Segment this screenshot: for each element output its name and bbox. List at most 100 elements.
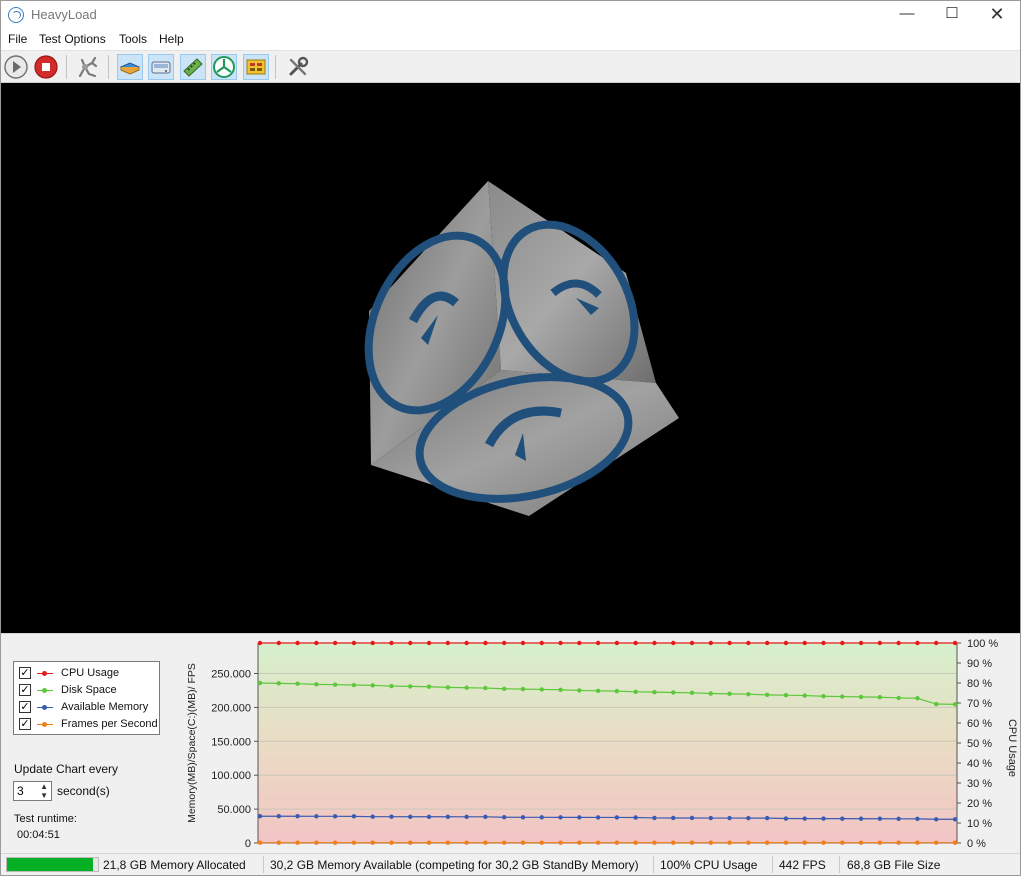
memory-progress-bar [6,857,99,872]
data-point-available-memory [840,816,845,821]
legend-item[interactable]: ✓ CPU Usage [19,665,159,682]
options-icon [289,56,309,76]
data-point-available-memory [896,816,901,821]
title-bar[interactable]: HeavyLoad — ☐ ✕ [1,1,1020,29]
data-point-cpu-usage [802,640,807,646]
data-point-disk-space [445,685,451,690]
legend-item[interactable]: ✓ Frames per Second [19,716,159,733]
status-fps: 442 FPS [779,858,826,872]
data-point-disk-space [558,687,563,692]
data-point-cpu-usage [295,640,300,646]
data-point-disk-space [539,687,544,692]
data-point-frames-per-second [389,840,394,845]
heavyload-app-icon [8,7,24,23]
legend-label: CPU Usage [61,667,120,679]
data-point-cpu-usage [370,640,375,646]
data-point-available-memory [501,815,507,820]
chart-right-tick-label: 10 % [967,818,992,830]
chart-right-axis-title: CPU Usage [1006,719,1018,777]
data-point-disk-space [633,689,638,695]
data-point-available-memory [727,815,732,821]
data-point-available-memory [539,815,544,820]
data-point-disk-space [595,688,601,693]
legend-checkbox[interactable]: ✓ [19,667,31,679]
toolbar-separator [275,55,276,79]
minimize-button[interactable]: — [884,1,930,29]
data-point-cpu-usage [633,640,638,646]
data-point-disk-space [295,681,300,686]
legend-checkbox[interactable]: ✓ [19,684,31,696]
data-point-available-memory [671,815,676,821]
data-point-frames-per-second [915,840,920,845]
cleanup-icon [78,56,98,78]
data-point-cpu-usage [426,640,432,646]
memory-progress-fill [7,858,94,871]
data-point-disk-space [483,685,488,691]
data-point-disk-space [276,681,281,686]
data-point-cpu-usage [671,640,676,646]
memory-button[interactable] [180,54,206,80]
options-button[interactable] [285,54,311,80]
close-button[interactable]: ✕ [974,1,1020,29]
data-point-available-memory [483,814,488,820]
data-point-available-memory [746,815,751,821]
update-interval-spinner[interactable]: 3 ▲ ▼ [13,781,52,801]
data-point-cpu-usage [915,640,920,646]
data-point-available-memory [257,814,263,819]
menu-tools[interactable]: Tools [119,32,147,46]
legend-checkbox[interactable]: ✓ [19,718,31,730]
data-point-cpu-usage [501,640,507,646]
chart-right-tick-label: 80 % [967,678,992,690]
menu-file[interactable]: File [8,32,27,46]
data-point-disk-space [351,682,357,688]
data-point-disk-space [614,688,620,694]
data-point-frames-per-second [314,840,319,845]
update-unit-label: second(s) [57,784,110,798]
menu-bar: File Test Options Tools Help [1,29,1020,50]
menu-test-options[interactable]: Test Options [39,32,106,46]
data-point-disk-space [314,682,319,687]
data-point-available-memory [595,815,601,820]
update-interval-value[interactable]: 3 [17,784,24,798]
start-button[interactable] [3,54,29,80]
legend-checkbox[interactable]: ✓ [19,701,31,713]
data-point-available-memory [314,814,319,819]
disk-write-button[interactable] [148,54,174,80]
data-point-frames-per-second [934,840,939,845]
legend-marker-swatch [42,688,47,693]
legend-item[interactable]: ✓ Disk Space [19,682,159,699]
chart-left-tick-label: 250.000 [211,669,251,681]
spinner-down-icon[interactable]: ▼ [40,791,48,800]
data-point-cpu-usage [314,640,319,646]
cpu-cores-button[interactable] [243,54,269,80]
spinner-up-icon[interactable]: ▲ [40,782,48,791]
3d-render-viewport [1,83,1020,633]
data-point-available-memory [633,815,638,820]
data-point-cpu-usage [896,640,901,646]
gpu-button[interactable] [211,54,237,80]
data-point-disk-space [764,692,770,698]
data-point-frames-per-second [464,840,469,845]
data-point-frames-per-second [408,840,413,845]
data-point-available-memory [276,814,281,819]
legend-item[interactable]: ✓ Available Memory [19,699,159,716]
stop-button[interactable] [33,54,59,80]
chart-right-tick-label: 0 % [967,838,986,850]
data-point-frames-per-second [652,840,657,845]
data-point-disk-space [426,684,432,689]
menu-help[interactable]: Help [159,32,184,46]
data-point-frames-per-second [614,840,620,845]
data-point-available-memory [389,814,394,819]
data-point-disk-space [708,691,714,696]
data-point-cpu-usage [934,640,939,646]
data-point-disk-space [408,684,413,689]
data-point-frames-per-second [802,840,807,845]
data-point-available-memory [332,814,338,819]
cpu-load-button[interactable] [117,54,143,80]
maximize-button[interactable]: ☐ [929,1,975,29]
toolbar [1,50,1020,83]
data-point-disk-space [915,696,920,701]
cleanup-button[interactable] [74,54,100,80]
data-point-available-memory [858,816,864,821]
chart-right-tick-label: 90 % [967,658,992,670]
